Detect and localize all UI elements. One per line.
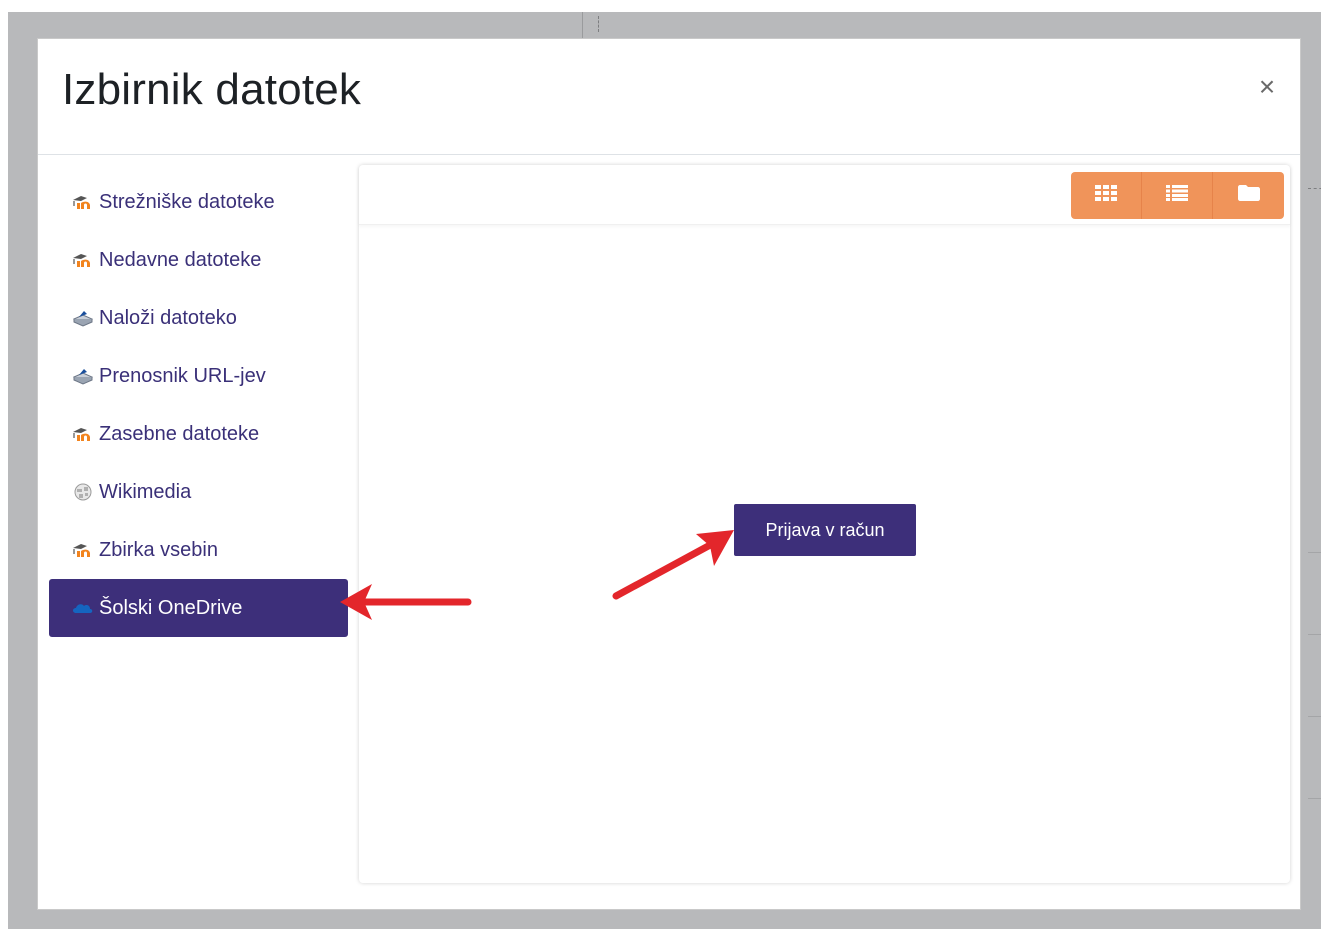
background-dashed-line: [598, 16, 599, 32]
background-divider: [1308, 552, 1321, 553]
file-browser-toolbar: [359, 165, 1290, 225]
login-button[interactable]: Prijava v račun: [734, 504, 916, 556]
wikimedia-globe-icon: [71, 482, 95, 502]
sidebar-item-label: Šolski OneDrive: [99, 596, 243, 619]
sidebar-item-label: Zasebne datoteke: [99, 422, 260, 445]
upload-icon: [71, 366, 95, 386]
close-button[interactable]: ×: [1256, 73, 1278, 101]
sidebar-item-private-files[interactable]: Zasebne datoteke: [49, 405, 349, 463]
sidebar-item-label: Wikimedia: [99, 480, 192, 503]
onedrive-cloud-icon: [71, 598, 95, 618]
view-mode-group: [1071, 172, 1284, 219]
moodle-icon: [71, 424, 95, 444]
repository-sidebar: Strežniške datoteke Nedavne datoteke Nal…: [49, 173, 349, 637]
sidebar-item-server-files[interactable]: Strežniške datoteke: [49, 173, 349, 231]
dialog-header: Izbirnik datotek ×: [38, 39, 1300, 155]
list-view-button[interactable]: [1142, 172, 1213, 219]
file-browser-panel: Prijava v račun: [359, 165, 1290, 883]
list-view-icon: [1166, 185, 1188, 206]
sidebar-item-wikimedia[interactable]: Wikimedia: [49, 463, 349, 521]
sidebar-item-recent-files[interactable]: Nedavne datoteke: [49, 231, 349, 289]
sidebar-item-label: Prenosnik URL-jev: [99, 364, 266, 387]
file-picker-dialog: Izbirnik datotek × Strežniške datoteke N…: [37, 38, 1301, 910]
sidebar-item-url-downloader[interactable]: Prenosnik URL-jev: [49, 347, 349, 405]
sidebar-item-label: Nedavne datoteke: [99, 248, 262, 271]
sidebar-item-label: Naloži datoteko: [99, 306, 237, 329]
moodle-icon: [71, 250, 95, 270]
background-divider: [1308, 798, 1321, 799]
background-divider: [1308, 716, 1321, 717]
tree-view-button[interactable]: [1213, 172, 1284, 219]
background-dashed-line: [1308, 188, 1321, 189]
grid-view-icon: [1095, 185, 1117, 206]
moodle-icon: [71, 192, 95, 212]
background-divider: [582, 12, 583, 38]
background-divider: [1308, 634, 1321, 635]
sidebar-item-upload-file[interactable]: Naloži datoteko: [49, 289, 349, 347]
upload-icon: [71, 308, 95, 328]
sidebar-item-label: Strežniške datoteke: [99, 190, 275, 213]
grid-view-button[interactable]: [1071, 172, 1142, 219]
dialog-title: Izbirnik datotek: [62, 65, 362, 114]
sidebar-item-content-bank[interactable]: Zbirka vsebin: [49, 521, 349, 579]
sidebar-item-school-onedrive[interactable]: Šolski OneDrive: [49, 579, 348, 637]
sidebar-item-label: Zbirka vsebin: [99, 538, 218, 561]
folder-view-icon: [1237, 185, 1260, 206]
moodle-icon: [71, 540, 95, 560]
